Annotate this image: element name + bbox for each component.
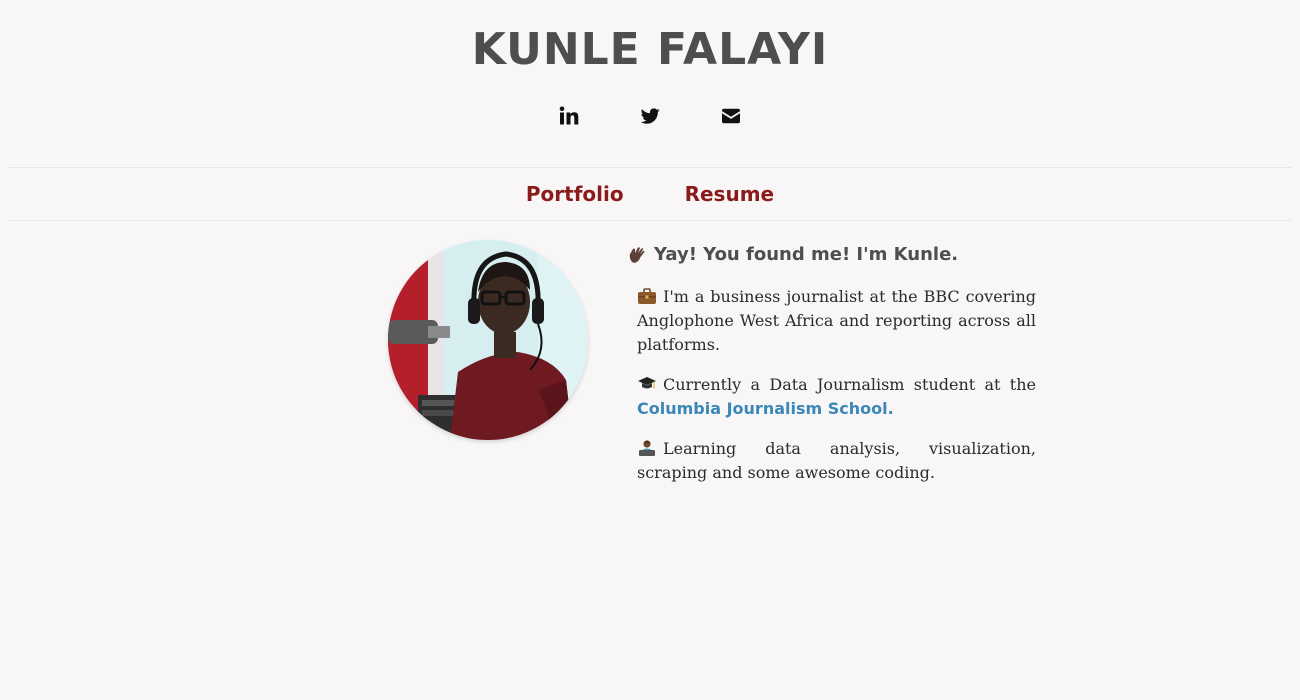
email-link[interactable] — [721, 106, 741, 126]
learning-paragraph: Learning data analysis, visualization, s… — [637, 437, 1036, 485]
nav-resume-link[interactable]: Resume — [685, 182, 775, 206]
greeting-text: Yay! You found me! I'm Kunle. — [654, 244, 959, 265]
intro-section: Yay! You found me! I'm Kunle. I'm a busi… — [628, 241, 1036, 501]
graduation-cap-icon — [637, 375, 657, 393]
briefcase-icon — [637, 287, 657, 305]
waving-hand-icon — [628, 246, 648, 264]
twitter-link[interactable] — [640, 106, 660, 126]
job-text: I'm a business journalist at the BBC cov… — [637, 287, 1036, 354]
twitter-icon — [640, 108, 660, 124]
envelope-icon — [722, 108, 740, 124]
profile-photo-image — [388, 240, 588, 440]
social-links — [0, 106, 1300, 126]
technologist-icon — [637, 439, 657, 457]
learning-text: Learning data analysis, visualization, s… — [637, 439, 1036, 482]
columbia-journalism-school-link[interactable]: Columbia Journalism School. — [637, 399, 894, 418]
greeting-heading: Yay! You found me! I'm Kunle. — [628, 241, 1036, 269]
study-text: Currently a Data Journalism student at t… — [663, 375, 1036, 394]
linkedin-link[interactable] — [559, 106, 579, 126]
profile-photo — [388, 240, 588, 440]
study-paragraph: Currently a Data Journalism student at t… — [637, 373, 1036, 421]
job-paragraph: I'm a business journalist at the BBC cov… — [637, 285, 1036, 357]
nav-portfolio-link[interactable]: Portfolio — [526, 182, 624, 206]
linkedin-icon — [559, 106, 579, 125]
site-title: KUNLE FALAYI — [471, 24, 829, 75]
main-nav: Portfolio Resume — [8, 167, 1292, 221]
